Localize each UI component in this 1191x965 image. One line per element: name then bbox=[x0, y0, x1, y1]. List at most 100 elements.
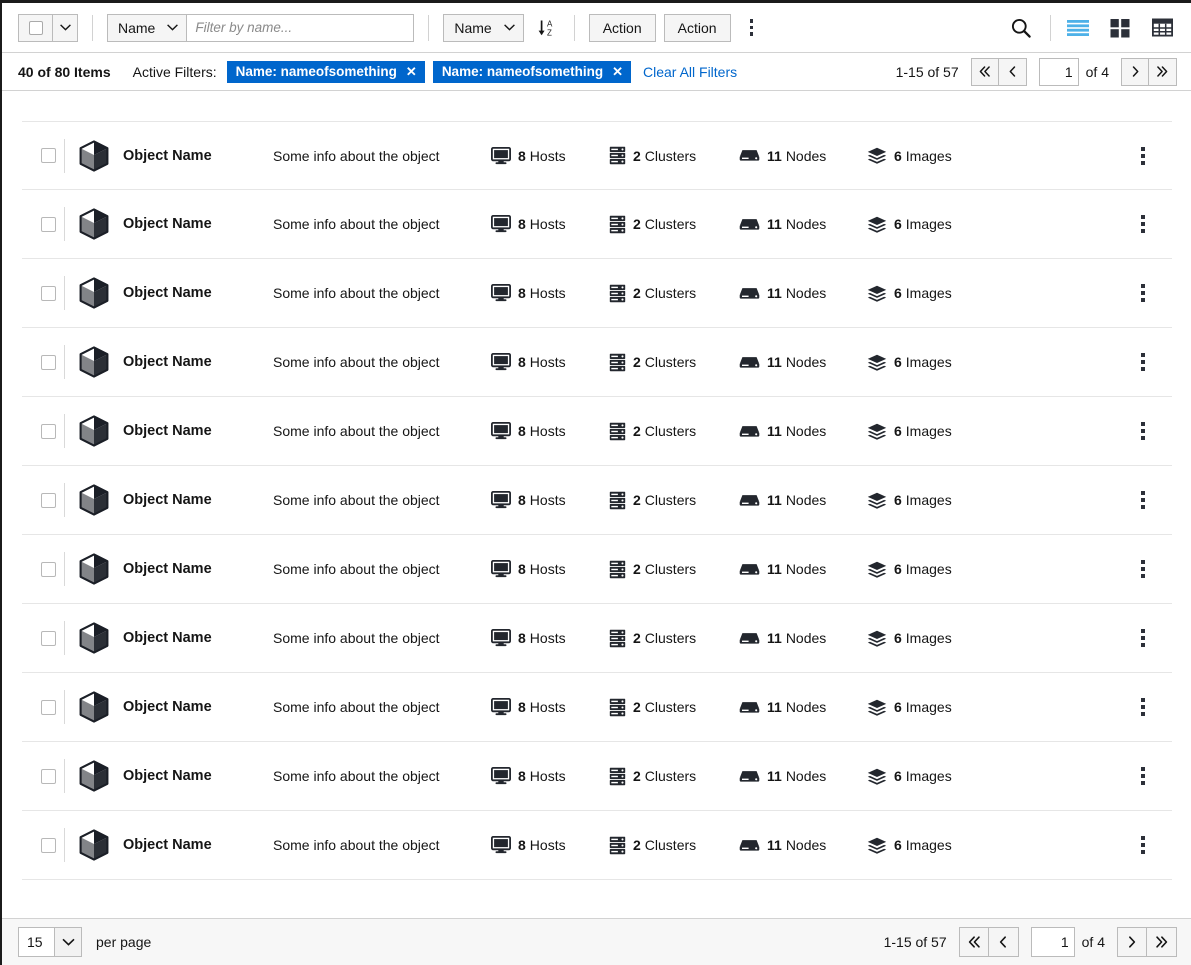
row-select-checkbox[interactable] bbox=[22, 285, 64, 301]
cube-icon bbox=[79, 277, 109, 309]
metric-label: Nodes bbox=[785, 699, 827, 715]
row-actions-menu-button[interactable] bbox=[1132, 279, 1154, 307]
view-toggle-group bbox=[1063, 13, 1177, 43]
row-actions-menu-button[interactable] bbox=[1132, 486, 1154, 514]
row-select-checkbox[interactable] bbox=[22, 630, 64, 646]
row-select-checkbox[interactable] bbox=[22, 561, 64, 577]
row-actions-menu-button[interactable] bbox=[1132, 555, 1154, 583]
server-rack-icon bbox=[609, 491, 626, 510]
server-rack-icon bbox=[609, 284, 626, 303]
object-icon bbox=[65, 829, 123, 861]
close-icon[interactable]: ✕ bbox=[406, 65, 417, 78]
metric-value: 8 bbox=[518, 837, 526, 853]
row-select-checkbox[interactable] bbox=[22, 354, 64, 370]
server-node-icon bbox=[739, 701, 760, 713]
list-item[interactable]: Object Name Some info about the object 8 Ho… bbox=[22, 535, 1172, 604]
row-select-checkbox[interactable] bbox=[22, 699, 64, 715]
list-item[interactable]: Object Name Some info about the object 8 Ho… bbox=[22, 673, 1172, 742]
row-actions-menu-button[interactable] bbox=[1132, 624, 1154, 652]
row-select-checkbox[interactable] bbox=[22, 423, 64, 439]
row-actions-menu-button[interactable] bbox=[1132, 417, 1154, 445]
row-actions-menu-button[interactable] bbox=[1132, 693, 1154, 721]
metric-value: 2 bbox=[633, 216, 641, 232]
next-page-button[interactable] bbox=[1117, 927, 1147, 957]
bulk-select-checkbox[interactable] bbox=[18, 13, 52, 42]
action-button-2[interactable]: Action bbox=[663, 13, 731, 42]
kebab-dot bbox=[1141, 291, 1145, 295]
bulk-select-caret[interactable] bbox=[52, 13, 78, 42]
server-node-icon bbox=[739, 839, 760, 852]
filter-type-select[interactable]: Name bbox=[107, 13, 187, 42]
server-node-icon bbox=[739, 494, 760, 506]
metric-label: Clusters bbox=[644, 768, 697, 784]
monitor-icon bbox=[491, 422, 511, 440]
page-number-input[interactable] bbox=[1038, 57, 1079, 86]
row-select-checkbox[interactable] bbox=[22, 492, 64, 508]
list-item[interactable]: Object Name Some info about the object 8 Ho… bbox=[22, 604, 1172, 673]
row-select-checkbox[interactable] bbox=[22, 837, 64, 853]
list-item[interactable]: Object Name Some info about the object 8 Ho… bbox=[22, 190, 1172, 259]
prev-page-button[interactable] bbox=[988, 927, 1019, 957]
list-item[interactable]: Object Name Some info about the object 8 Ho… bbox=[22, 811, 1172, 880]
bulk-select-dropdown[interactable] bbox=[18, 13, 78, 42]
angle-right-icon bbox=[1129, 936, 1136, 948]
active-filters-label: Active Filters: bbox=[132, 63, 217, 80]
toolbar-overflow-menu-button[interactable] bbox=[741, 14, 763, 42]
row-select-checkbox[interactable] bbox=[22, 216, 64, 232]
row-select-checkbox[interactable] bbox=[22, 768, 64, 784]
first-page-button[interactable] bbox=[958, 927, 989, 957]
per-page-select[interactable]: 15 bbox=[18, 927, 82, 957]
metric-label: Hosts bbox=[529, 630, 566, 646]
layers-icon bbox=[867, 699, 887, 716]
row-actions-menu-button[interactable] bbox=[1132, 348, 1154, 376]
metric-value: 8 bbox=[518, 492, 526, 508]
first-page-button[interactable] bbox=[970, 57, 999, 86]
metric-nodes: 11 Nodes bbox=[739, 423, 837, 439]
metric-value: 6 bbox=[894, 354, 902, 370]
filter-chip-1[interactable]: Name: nameofsomething ✕ bbox=[226, 60, 425, 83]
per-page-caret[interactable] bbox=[54, 927, 82, 957]
row-actions-menu-button[interactable] bbox=[1132, 210, 1154, 238]
list-item[interactable]: Object Name Some info about the object 8 Ho… bbox=[22, 397, 1172, 466]
server-rack-icon bbox=[609, 353, 626, 371]
metric-value: 11 bbox=[767, 561, 782, 577]
kebab-dot bbox=[1141, 850, 1145, 854]
sort-direction-button[interactable]: A Z bbox=[534, 14, 560, 42]
list-item[interactable]: Object Name Some info about the object 8 Ho… bbox=[22, 466, 1172, 535]
list-item[interactable]: Object Name Some info about the object 8 Ho… bbox=[22, 259, 1172, 328]
search-button[interactable] bbox=[1006, 13, 1036, 43]
next-page-button[interactable] bbox=[1121, 57, 1149, 86]
monitor-icon bbox=[491, 491, 511, 509]
cube-icon bbox=[79, 415, 109, 447]
action-button-1[interactable]: Action bbox=[588, 13, 656, 42]
row-metrics: 8 Hosts 2 Clusters 11 Nodes 6 Images bbox=[491, 353, 1112, 372]
close-icon[interactable]: ✕ bbox=[612, 65, 623, 78]
metric-value: 6 bbox=[894, 285, 902, 301]
sort-field-select[interactable]: Name bbox=[443, 13, 524, 42]
last-page-button[interactable] bbox=[1149, 57, 1177, 86]
clear-all-filters-link[interactable]: Clear All Filters bbox=[643, 64, 737, 80]
page-number-input[interactable] bbox=[1030, 927, 1075, 957]
list-top-spacer bbox=[22, 92, 1172, 121]
card-view-button[interactable] bbox=[1105, 13, 1135, 43]
row-actions-menu-button[interactable] bbox=[1132, 142, 1154, 170]
list-item[interactable]: Object Name Some info about the object 8 Ho… bbox=[22, 121, 1172, 190]
page-total-label: of 4 bbox=[1081, 934, 1105, 950]
list-item[interactable]: Object Name Some info about the object 8 Ho… bbox=[22, 742, 1172, 811]
list-item[interactable]: Object Name Some info about the object 8 Ho… bbox=[22, 328, 1172, 397]
prev-page-button[interactable] bbox=[998, 57, 1027, 86]
object-icon bbox=[65, 208, 123, 240]
kebab-dot bbox=[749, 32, 754, 36]
list-view-button[interactable] bbox=[1063, 13, 1093, 43]
last-page-button[interactable] bbox=[1147, 927, 1177, 957]
row-actions-menu-button[interactable] bbox=[1132, 831, 1154, 859]
metric-nodes: 11 Nodes bbox=[739, 285, 837, 301]
table-view-button[interactable] bbox=[1147, 13, 1177, 43]
row-actions-menu-button[interactable] bbox=[1132, 762, 1154, 790]
kebab-dot bbox=[749, 25, 754, 30]
metric-value: 2 bbox=[633, 561, 641, 577]
filter-input[interactable] bbox=[186, 13, 415, 42]
filter-chip-2[interactable]: Name: nameofsomething ✕ bbox=[432, 60, 631, 83]
row-select-checkbox[interactable] bbox=[22, 148, 64, 163]
kebab-dot bbox=[1141, 160, 1145, 165]
